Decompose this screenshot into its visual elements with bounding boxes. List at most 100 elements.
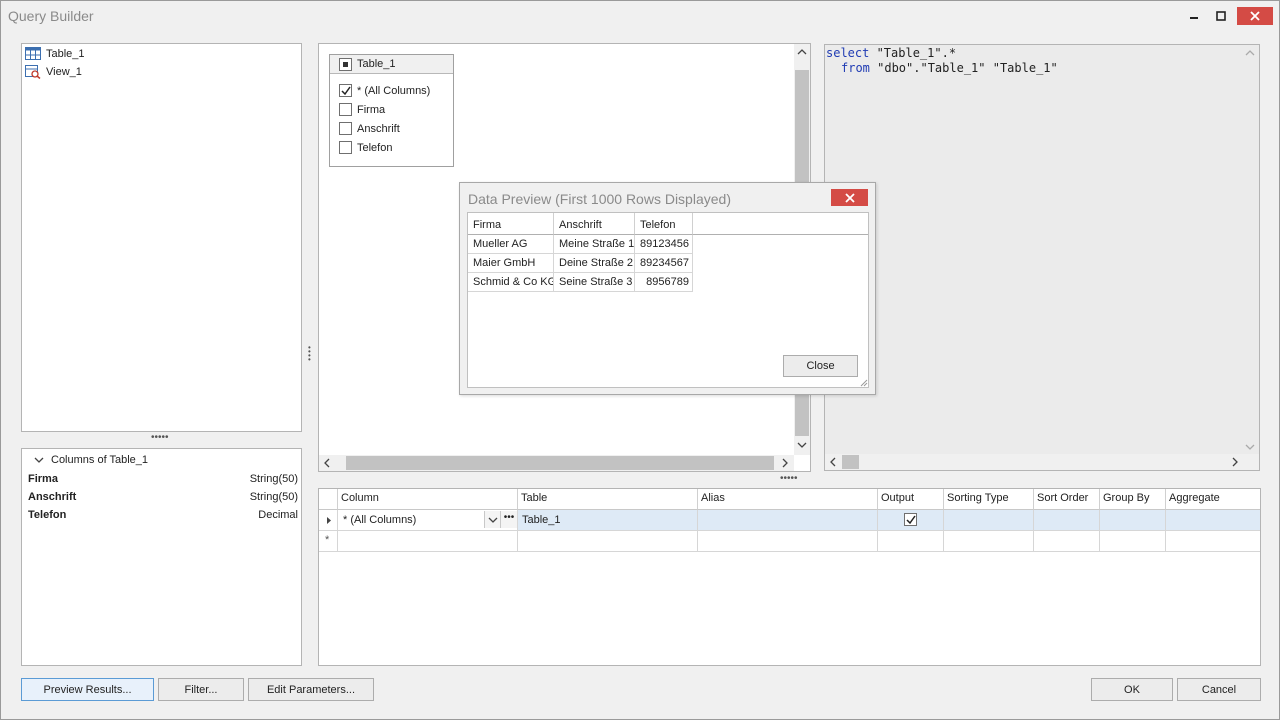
cancel-button[interactable]: Cancel: [1177, 678, 1261, 701]
tree-item-label: View_1: [46, 65, 82, 78]
scroll-up-icon[interactable]: [797, 48, 807, 56]
column-checkbox-all[interactable]: [339, 84, 352, 97]
preview-cell[interactable]: Mueller AG: [468, 235, 554, 254]
column-checkbox-label: * (All Columns): [357, 85, 431, 97]
close-icon: [1250, 11, 1260, 21]
scroll-left-icon[interactable]: [323, 458, 331, 468]
column-type: String(50): [249, 491, 298, 503]
view-icon: [25, 64, 41, 79]
header-divider: [693, 234, 868, 235]
grid-cell[interactable]: [878, 531, 944, 552]
preview-cell[interactable]: Maier GmbH: [468, 254, 554, 273]
grid-header-column[interactable]: Column: [338, 489, 518, 510]
grid-cell-column-value: * (All Columns): [343, 514, 417, 526]
scrollbar-thumb[interactable]: [346, 456, 774, 470]
window-title: Query Builder: [8, 8, 94, 24]
data-preview-dialog: Data Preview (First 1000 Rows Displayed)…: [459, 182, 876, 395]
grid-header-aggregate[interactable]: Aggregate: [1166, 489, 1260, 510]
criteria-grid: Column Table Alias Output Sorting Type S…: [318, 488, 1261, 666]
query-builder-window: Query Builder Table_1 View_1 ••••• Colum…: [0, 0, 1280, 720]
ok-button[interactable]: OK: [1091, 678, 1173, 701]
grid-cell[interactable]: [698, 531, 878, 552]
sql-line-2: from "dbo"."Table_1" "Table_1": [841, 61, 1058, 75]
output-checkbox[interactable]: [904, 513, 917, 526]
grid-cell-sort-order[interactable]: [1034, 510, 1100, 531]
grid-header-table[interactable]: Table: [518, 489, 698, 510]
grid-row[interactable]: * (All Columns) ••• Table_1: [319, 510, 1260, 531]
grid-cell-group-by[interactable]: [1100, 510, 1166, 531]
column-dropdown-button[interactable]: [484, 511, 500, 528]
preview-cell[interactable]: Schmid & Co KG: [468, 273, 554, 292]
dialog-title: Data Preview (First 1000 Rows Displayed): [468, 191, 731, 207]
grid-cell-sorting-type[interactable]: [944, 510, 1034, 531]
sql-line-1: select "Table_1".*: [826, 46, 956, 60]
row-indicator: [319, 510, 338, 531]
preview-cell[interactable]: 89234567: [635, 254, 693, 273]
scroll-left-icon[interactable]: [829, 457, 837, 467]
column-checkbox-firma[interactable]: [339, 103, 352, 116]
grid-header-sort-order[interactable]: Sort Order: [1034, 489, 1100, 510]
maximize-icon: [1216, 11, 1226, 21]
grid-header-output[interactable]: Output: [878, 489, 944, 510]
filter-button[interactable]: Filter...: [158, 678, 244, 701]
grid-header-sorting-type[interactable]: Sorting Type: [944, 489, 1034, 510]
column-checkbox-telefon[interactable]: [339, 141, 352, 154]
preview-header-anschrift[interactable]: Anschrift: [554, 213, 635, 235]
row-arrow-icon: [327, 517, 331, 524]
grid-cell[interactable]: [944, 531, 1034, 552]
preview-header-firma[interactable]: Firma: [468, 213, 554, 235]
tree-item-view-1[interactable]: View_1: [25, 63, 82, 80]
columns-panel-header[interactable]: Columns of Table_1: [34, 454, 148, 466]
dialog-close-x-button[interactable]: [831, 189, 868, 206]
horizontal-splitter-handle[interactable]: •••••: [151, 432, 169, 443]
preview-cell[interactable]: 89123456: [635, 235, 693, 254]
grid-cell[interactable]: [1166, 531, 1260, 552]
diagram-horizontal-scrollbar[interactable]: [319, 455, 794, 471]
column-checkbox-anschrift[interactable]: [339, 122, 352, 135]
grid-cell[interactable]: [338, 531, 518, 552]
horizontal-splitter-handle[interactable]: •••••: [780, 473, 798, 484]
grid-new-row[interactable]: *: [319, 531, 1260, 552]
edit-parameters-button[interactable]: Edit Parameters...: [248, 678, 374, 701]
vertical-splitter-handle[interactable]: • • • •: [308, 344, 311, 364]
grid-cell[interactable]: [1034, 531, 1100, 552]
preview-results-button[interactable]: Preview Results...: [21, 678, 154, 701]
preview-cell[interactable]: Meine Straße 1: [554, 235, 635, 254]
grid-cell[interactable]: [1100, 531, 1166, 552]
grid-cell-alias[interactable]: [698, 510, 878, 531]
grid-cell-table[interactable]: Table_1: [518, 510, 698, 531]
grid-header-group-by[interactable]: Group By: [1100, 489, 1166, 510]
grid-cell[interactable]: [518, 531, 698, 552]
column-info-row: Firma String(50): [28, 473, 298, 491]
grid-cell-column-editor[interactable]: * (All Columns) •••: [338, 510, 518, 531]
close-window-button[interactable]: [1237, 7, 1273, 25]
tree-item-table-1[interactable]: Table_1: [25, 45, 85, 62]
scrollbar-thumb[interactable]: [842, 455, 859, 469]
maximize-button[interactable]: [1209, 7, 1233, 25]
scroll-right-icon[interactable]: [781, 458, 789, 468]
grid-cell-aggregate[interactable]: [1166, 510, 1260, 531]
preview-header-telefon[interactable]: Telefon: [635, 213, 693, 235]
sql-horizontal-scrollbar[interactable]: [825, 454, 1259, 470]
sql-keyword: from: [841, 61, 870, 75]
grid-cell-output[interactable]: [878, 510, 944, 531]
new-row-marker: *: [319, 531, 338, 552]
scroll-up-icon[interactable]: [1245, 49, 1255, 57]
scroll-right-icon[interactable]: [1231, 457, 1239, 467]
grid-header-alias[interactable]: Alias: [698, 489, 878, 510]
preview-cell[interactable]: Deine Straße 2: [554, 254, 635, 273]
preview-cell[interactable]: 8956789: [635, 273, 693, 292]
minimize-button[interactable]: [1182, 7, 1206, 25]
diagram-table-box[interactable]: Table_1 * (All Columns) Firma Anschrift …: [329, 54, 454, 167]
checkmark-icon: [341, 86, 351, 96]
table-icon: [25, 46, 41, 60]
diagram-table-header[interactable]: Table_1: [330, 55, 453, 74]
sql-editor[interactable]: select "Table_1".* from "dbo"."Table_1" …: [824, 44, 1260, 471]
table-select-all-checkbox[interactable]: [339, 58, 352, 71]
scroll-down-icon[interactable]: [1245, 443, 1255, 451]
dialog-close-button[interactable]: Close: [783, 355, 858, 377]
resize-grip-icon[interactable]: [859, 378, 868, 387]
preview-cell[interactable]: Seine Straße 3: [554, 273, 635, 292]
scroll-down-icon[interactable]: [797, 441, 807, 449]
column-ellipsis-button[interactable]: •••: [500, 511, 517, 528]
